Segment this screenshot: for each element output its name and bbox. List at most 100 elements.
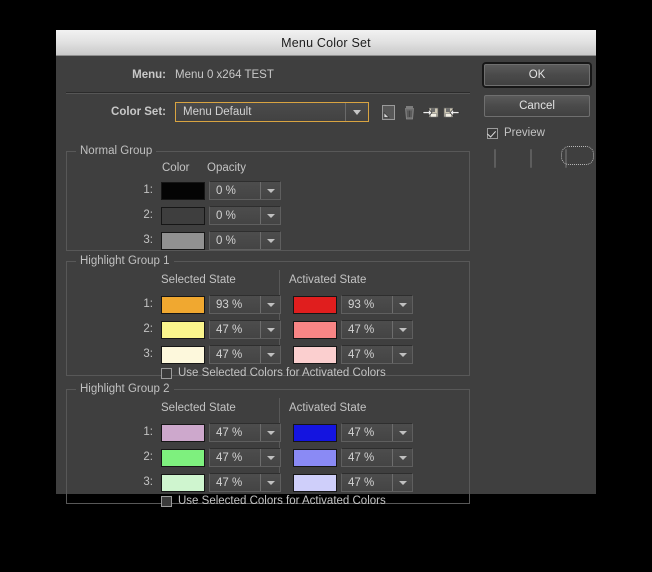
ok-button[interactable]: OK [484, 64, 590, 86]
highlight-group-2-activated-opacity-arrow[interactable] [392, 449, 412, 466]
highlight-group-2-activated-opacity[interactable]: 47 % [341, 423, 413, 442]
chevron-down-icon [266, 455, 275, 460]
highlight-group-1-row-label: 2: [143, 323, 153, 335]
button-shape-pill-selected[interactable] [561, 146, 594, 168]
highlight-group-1-title: Highlight Group 1 [76, 255, 174, 267]
highlight-group-2-activated-opacity[interactable]: 47 % [341, 473, 413, 492]
highlight-group-2-selected-opacity[interactable]: 47 % [209, 448, 281, 467]
highlight-group-1-activated-swatch[interactable] [293, 346, 337, 364]
delete-color-set-icon[interactable] [401, 104, 418, 121]
chevron-down-icon [266, 352, 275, 357]
chevron-down-icon [398, 455, 407, 460]
highlight-group-2-selected-swatch[interactable] [161, 424, 205, 442]
highlight-group-1-selected-opacity-value: 47 % [216, 323, 243, 336]
highlight-group-1-selected-swatch[interactable] [161, 296, 205, 314]
normal-group-color-header: Color [162, 162, 190, 174]
highlight-group-1-selected-opacity-value: 47 % [216, 348, 243, 361]
highlight-group-2-selected-opacity-arrow[interactable] [260, 449, 280, 466]
highlight-group-2-selected-opacity[interactable]: 47 % [209, 423, 281, 442]
highlight-group-1-activated-swatch[interactable] [293, 296, 337, 314]
normal-group-opacity-arrow[interactable] [260, 182, 280, 199]
highlight-group-1-selected-opacity[interactable]: 47 % [209, 320, 281, 339]
highlight-group-2-activated-swatch[interactable] [293, 424, 337, 442]
chevron-down-icon [266, 480, 275, 485]
highlight-group-2-row-label: 3: [143, 476, 153, 488]
normal-group-opacity-arrow[interactable] [260, 232, 280, 249]
color-set-dropdown-value: Menu Default [183, 106, 252, 118]
highlight-group-1-activated-opacity-arrow[interactable] [392, 321, 412, 338]
highlight-group-2-selected-swatch[interactable] [161, 449, 205, 467]
highlight-group-1-activated-opacity-arrow[interactable] [392, 346, 412, 363]
highlight-group-2-activated-opacity-value: 47 % [348, 451, 375, 464]
chevron-down-icon [266, 238, 275, 243]
highlight-group-2-activated-header: Activated State [289, 402, 367, 414]
highlight-group-1-panel: Highlight Group 1 Selected State Activat… [66, 255, 470, 379]
normal-group-opacity-value: 0 % [216, 184, 236, 197]
preview-row[interactable]: Preview [487, 127, 545, 139]
highlight-group-1-selected-opacity-arrow[interactable] [260, 321, 280, 338]
highlight-group-2-selected-header: Selected State [161, 402, 236, 414]
normal-group-opacity-header: Opacity [207, 162, 246, 174]
highlight-group-2-activated-swatch[interactable] [293, 474, 337, 492]
highlight-group-2-activated-opacity-value: 47 % [348, 426, 375, 439]
highlight-group-1-activated-opacity[interactable]: 93 % [341, 295, 413, 314]
highlight-group-2-activated-opacity-arrow[interactable] [392, 424, 412, 441]
highlight-group-1-activated-opacity-arrow[interactable] [392, 296, 412, 313]
export-color-set-icon[interactable] [443, 104, 460, 121]
normal-group-opacity-dropdown[interactable]: 0 % [209, 181, 281, 200]
color-set-label: Color Set: [111, 106, 166, 118]
normal-group-opacity-arrow[interactable] [260, 207, 280, 224]
preview-checkbox[interactable] [487, 127, 498, 139]
normal-group-opacity-value: 0 % [216, 209, 236, 222]
color-set-row: Color Set: Menu Default [56, 101, 470, 123]
button-shape-row [494, 146, 594, 168]
highlight-group-1-use-selected-checkbox[interactable] [161, 367, 172, 379]
highlight-group-1-selected-opacity[interactable]: 47 % [209, 345, 281, 364]
new-color-set-icon[interactable] [380, 104, 397, 121]
color-set-dropdown-arrow[interactable] [345, 103, 368, 121]
highlight-group-2-selected-opacity-arrow[interactable] [260, 424, 280, 441]
screen: Menu Color Set Menu: Menu 0 x264 TEST Co… [0, 0, 652, 572]
dialog-body: Menu: Menu 0 x264 TEST Color Set: Menu D… [56, 56, 596, 507]
color-set-dropdown[interactable]: Menu Default [175, 102, 369, 122]
normal-group-opacity-dropdown[interactable]: 0 % [209, 206, 281, 225]
highlight-group-1-selected-swatch[interactable] [161, 321, 205, 339]
highlight-group-1-selected-opacity-arrow[interactable] [260, 346, 280, 363]
highlight-group-2-use-selected-row[interactable]: Use Selected Colors for Activated Colors [161, 495, 386, 507]
highlight-group-1-activated-swatch[interactable] [293, 321, 337, 339]
preview-label: Preview [504, 127, 545, 139]
normal-group-color-swatch[interactable] [161, 232, 205, 250]
highlight-group-1-use-selected-label: Use Selected Colors for Activated Colors [178, 367, 386, 379]
highlight-group-2-activated-opacity-arrow[interactable] [392, 474, 412, 491]
normal-group-color-swatch[interactable] [161, 182, 205, 200]
normal-group-color-swatch[interactable] [161, 207, 205, 225]
highlight-group-2-activated-swatch[interactable] [293, 449, 337, 467]
highlight-group-2-selected-opacity-arrow[interactable] [260, 474, 280, 491]
highlight-group-1-activated-opacity[interactable]: 47 % [341, 345, 413, 364]
highlight-group-2-row-label: 2: [143, 451, 153, 463]
highlight-group-1-selected-swatch[interactable] [161, 346, 205, 364]
pill-shape-icon [494, 149, 496, 168]
chevron-down-icon [398, 352, 407, 357]
button-shape-pill[interactable] [529, 149, 555, 168]
highlight-group-2-use-selected-checkbox[interactable] [161, 495, 172, 507]
pill-shape-icon [529, 149, 532, 168]
import-color-set-icon[interactable] [422, 104, 439, 121]
highlight-group-1-activated-opacity[interactable]: 47 % [341, 320, 413, 339]
highlight-group-2-panel: Highlight Group 2 Selected State Activat… [66, 383, 470, 507]
highlight-group-2-selected-opacity[interactable]: 47 % [209, 473, 281, 492]
cancel-button[interactable]: Cancel [484, 95, 590, 117]
menu-color-set-dialog: Menu Color Set Menu: Menu 0 x264 TEST Co… [56, 30, 596, 507]
normal-group-row-label: 1: [143, 184, 153, 196]
highlight-group-1-use-selected-row[interactable]: Use Selected Colors for Activated Colors [161, 367, 386, 379]
highlight-group-1-selected-opacity-arrow[interactable] [260, 296, 280, 313]
chevron-down-icon [398, 327, 407, 332]
highlight-group-2-activated-opacity[interactable]: 47 % [341, 448, 413, 467]
chevron-down-icon [353, 109, 361, 115]
highlight-group-2-selected-swatch[interactable] [161, 474, 205, 492]
button-shape-rounded[interactable] [494, 149, 519, 168]
chevron-down-icon [398, 480, 407, 485]
normal-group-opacity-dropdown[interactable]: 0 % [209, 231, 281, 250]
highlight-group-2-use-selected-label: Use Selected Colors for Activated Colors [178, 495, 386, 507]
highlight-group-1-selected-opacity[interactable]: 93 % [209, 295, 281, 314]
